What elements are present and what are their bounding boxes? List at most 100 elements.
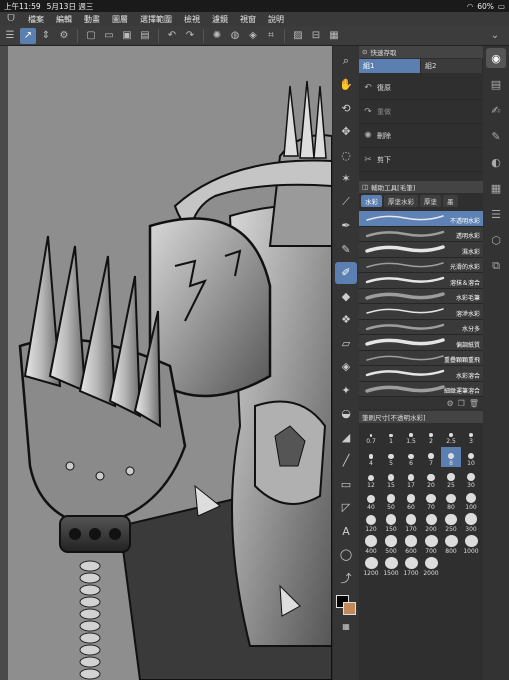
tab-set-2[interactable]: 組2 — [421, 59, 483, 73]
settings-icon[interactable]: ⚙ — [447, 399, 454, 408]
brush-size-option[interactable]: 170 — [401, 513, 421, 533]
gradient-icon[interactable]: ◢ — [335, 426, 357, 449]
quick-access-clear[interactable]: ✺ 刪除 — [359, 124, 483, 148]
menu-filter[interactable]: 濾鏡 — [206, 14, 234, 25]
brush-size-option[interactable]: 1200 — [361, 557, 381, 577]
transform-icon[interactable]: ⌗ — [263, 28, 279, 44]
brush-item[interactable]: 水彩毛筆 — [359, 288, 483, 304]
brush-size-option[interactable]: 150 — [381, 513, 401, 533]
subtool-group-thick-watercolor[interactable]: 厚塗水彩 — [384, 195, 418, 207]
fill-icon[interactable]: ◈ — [245, 28, 261, 44]
menu-view[interactable]: 檢視 — [178, 14, 206, 25]
brush-size-option[interactable]: 12 — [361, 469, 381, 489]
brush-size-option[interactable]: 20 — [421, 469, 441, 489]
line-icon[interactable]: ╱ — [335, 450, 357, 473]
brush-size-option[interactable]: 80 — [441, 491, 461, 511]
text-icon[interactable]: A — [335, 520, 357, 543]
airbrush-icon[interactable]: ◆ — [335, 285, 357, 308]
brush-item[interactable]: 水分多 — [359, 319, 483, 335]
subtool-group-watercolor[interactable]: 水彩 — [361, 195, 382, 207]
brush-size-option[interactable]: 3 — [461, 425, 481, 445]
background-color[interactable] — [343, 601, 356, 615]
brush-size-option[interactable]: 400 — [361, 535, 381, 555]
save-icon[interactable]: ▣ — [119, 28, 135, 44]
brush-size-option[interactable]: 6 — [401, 447, 421, 467]
brush-size-option[interactable]: 700 — [421, 535, 441, 555]
export-icon[interactable]: ▤ — [137, 28, 153, 44]
menu-help[interactable]: 說明 — [262, 14, 290, 25]
brush-item[interactable]: 不透明水彩 — [359, 211, 483, 227]
settings-icon[interactable]: ⚙ — [56, 28, 72, 44]
ruler-tool-icon[interactable]: ◸ — [335, 497, 357, 520]
magic-wand-icon[interactable]: ✶ — [335, 168, 357, 191]
zoom-icon[interactable]: ⌕ — [335, 50, 357, 73]
brush-size-option[interactable]: 600 — [401, 535, 421, 555]
brush-icon[interactable]: ✐ — [335, 261, 357, 284]
brush-tool-icon[interactable]: ✍ — [486, 100, 506, 120]
navigator-icon[interactable]: ◉ — [486, 48, 506, 68]
menu-edit[interactable]: 編輯 — [50, 14, 78, 25]
brush-size-option[interactable]: 30 — [461, 469, 481, 489]
transparent-color-icon[interactable]: ▦ — [335, 616, 357, 639]
correct-line-icon[interactable]: ⤴ — [335, 567, 357, 590]
brush-size-option[interactable]: 7 — [421, 447, 441, 467]
clear-icon[interactable]: ✺ — [209, 28, 225, 44]
frame-icon[interactable]: ▭ — [335, 473, 357, 496]
brush-size-option[interactable]: 800 — [441, 535, 461, 555]
brush-size-option[interactable]: 120 — [361, 513, 381, 533]
brush-item[interactable]: 濕水彩 — [359, 242, 483, 258]
quick-access-undo[interactable]: ↶ 復原 — [359, 76, 483, 100]
lasso-icon[interactable]: ◌ — [335, 144, 357, 167]
brush-size-option[interactable]: 1000 — [461, 535, 481, 555]
brush-size-option[interactable]: 70 — [421, 491, 441, 511]
brush-item[interactable]: 光滑的水彩 — [359, 257, 483, 273]
brush-item[interactable]: 重疊顆顆重飛 — [359, 350, 483, 366]
chevron-down-icon[interactable]: ⌄ — [487, 28, 503, 44]
decoration-icon[interactable]: ❖ — [335, 309, 357, 332]
color-wheel-icon[interactable]: ◐ — [486, 152, 506, 172]
menu-layer[interactable]: 圖層 — [106, 14, 134, 25]
brush-size-option[interactable]: 250 — [441, 513, 461, 533]
brush-size-option[interactable]: 1500 — [381, 557, 401, 577]
material-icon[interactable]: ⬡ — [486, 230, 506, 250]
brush-size-option[interactable]: 300 — [461, 513, 481, 533]
menu-selection[interactable]: 選擇範圍 — [134, 14, 178, 25]
color-set-icon[interactable]: ▦ — [486, 178, 506, 198]
sparkle-icon[interactable]: ✦ — [335, 379, 357, 402]
undo-icon[interactable]: ↶ — [164, 28, 180, 44]
brush-size-option[interactable]: 17 — [401, 469, 421, 489]
quick-access-cut[interactable]: ✂ 剪下 — [359, 148, 483, 172]
subtool-group-thick-paint[interactable]: 厚塗 — [420, 195, 441, 207]
brush-size-option[interactable]: 15 — [381, 469, 401, 489]
menu-window[interactable]: 視窗 — [234, 14, 262, 25]
brush-size-option[interactable]: 60 — [401, 491, 421, 511]
brush-size-option[interactable]: 5 — [381, 447, 401, 467]
drawing-canvas[interactable] — [0, 46, 332, 680]
brush-size-option[interactable]: 4 — [361, 447, 381, 467]
color-swatch[interactable] — [336, 594, 356, 615]
brush-size-option[interactable]: 2 — [421, 425, 441, 445]
modify-tool-icon[interactable]: ↗ — [20, 27, 36, 44]
brush-size-option[interactable]: 1700 — [401, 557, 421, 577]
tab-set-1[interactable]: 組1 — [359, 59, 421, 73]
brush-size-option[interactable]: 40 — [361, 491, 381, 511]
brush-size-option[interactable]: 0.7 — [361, 425, 381, 445]
brush-size-option[interactable]: 2000 — [421, 557, 441, 577]
rotate-icon[interactable]: ⟲ — [335, 97, 357, 120]
app-menu-icon[interactable]: ᗜ — [0, 12, 22, 26]
fill-bucket-icon[interactable]: ◒ — [335, 403, 357, 426]
layers-icon[interactable]: ☰ — [486, 204, 506, 224]
brush-size-option[interactable]: 50 — [381, 491, 401, 511]
brush-size-option[interactable]: 500 — [381, 535, 401, 555]
brush-size-option[interactable]: 200 — [421, 513, 441, 533]
trash-icon[interactable]: 🗑 — [469, 399, 479, 408]
eraser-icon[interactable]: ▱ — [335, 332, 357, 355]
brush-size-option[interactable]: 1 — [381, 425, 401, 445]
brush-item[interactable]: 水彩溶合 — [359, 366, 483, 382]
move-icon[interactable]: ✥ — [335, 121, 357, 144]
quick-access-redo[interactable]: ↷ 重做 — [359, 100, 483, 124]
subtool-group-ink[interactable]: 墨 — [443, 195, 458, 207]
eyedropper-icon[interactable]: ⟋ — [335, 191, 357, 214]
brush-item[interactable]: 偏調紙質 — [359, 335, 483, 351]
history-icon[interactable]: ⧉ — [486, 256, 506, 276]
